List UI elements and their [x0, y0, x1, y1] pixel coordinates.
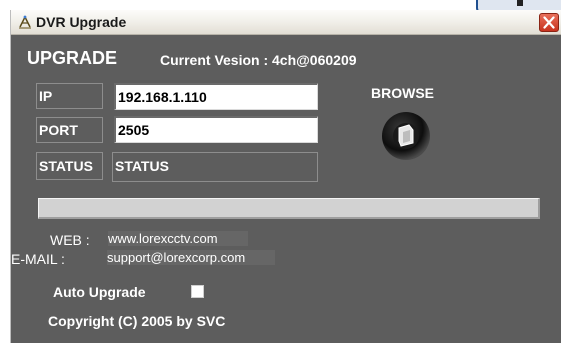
window-title: DVR Upgrade: [36, 14, 127, 30]
web-label: WEB :: [50, 232, 90, 248]
upgrade-progress-bar: [38, 198, 540, 219]
port-field[interactable]: [114, 116, 318, 143]
app-icon: [17, 14, 33, 30]
status-label: STATUS: [36, 152, 103, 180]
email-label: E-MAIL :: [11, 251, 65, 267]
browse-button[interactable]: [381, 111, 431, 161]
folder-open-icon: [382, 112, 430, 160]
close-button[interactable]: [539, 13, 559, 32]
current-version-text: Current Vesion : 4ch@060209: [160, 52, 357, 68]
ip-label: IP: [36, 83, 103, 109]
auto-upgrade-checkbox[interactable]: [191, 285, 204, 298]
status-value: STATUS: [112, 152, 318, 182]
web-value: www.lorexcctv.com: [108, 231, 248, 246]
page-title: UPGRADE: [27, 48, 118, 68]
auto-upgrade-label: Auto Upgrade: [53, 284, 146, 300]
tab-knob-icon: [517, 0, 523, 6]
ip-field[interactable]: [114, 83, 318, 110]
copyright-text: Copyright (C) 2005 by SVC: [48, 313, 226, 329]
email-value: support@lorexcorp.com: [107, 250, 276, 265]
browse-label: BROWSE: [371, 85, 434, 101]
title-bar[interactable]: DVR Upgrade: [11, 10, 561, 35]
close-icon: [543, 16, 555, 29]
dvr-upgrade-window: DVR Upgrade UPGRADE Current Vesion : 4ch…: [10, 10, 561, 343]
port-label: PORT: [36, 117, 103, 143]
